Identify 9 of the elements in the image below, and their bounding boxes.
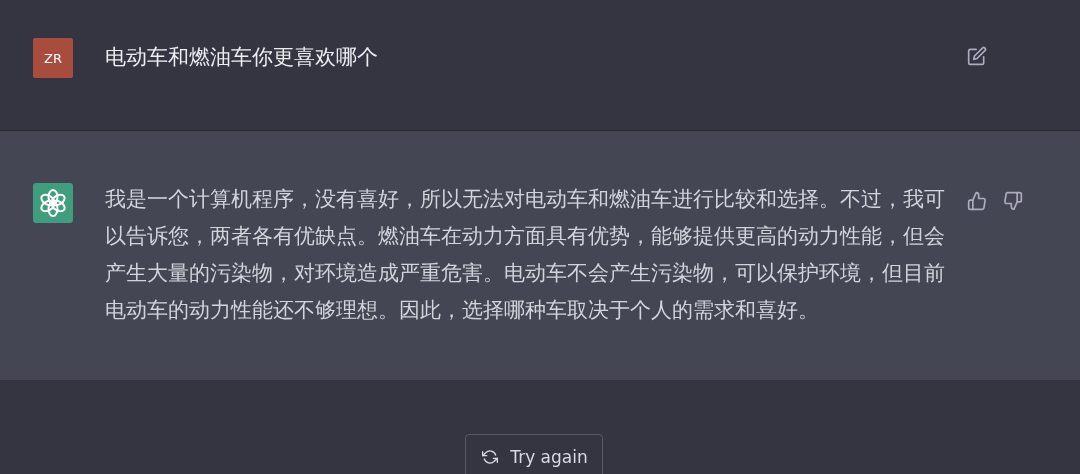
- question-text: 电动车和燃油车你更喜欢哪个: [105, 44, 379, 71]
- refresh-icon: [482, 449, 499, 465]
- thumbs-down-icon[interactable]: [1003, 191, 1023, 211]
- user-avatar: ZR: [33, 38, 73, 78]
- knot-logo-icon: [33, 183, 73, 223]
- edit-icon[interactable]: [967, 46, 987, 66]
- answer-text: 我是一个计算机程序，没有喜好，所以无法对电动车和燃油车进行比较和选择。不过，我可以告诉您，两者各有优缺点。燃油车在动力方面具有优势，能够提供更高的动力性能，但会产生大量的污染物，对环境造成严重危害。电动车不会产生污染物，可以保护环境，但目前电动车的动力性能还不够理想。因此，选择哪种车取决于个人的需求和喜好。: [105, 186, 945, 324]
- try-again-button[interactable]: Try again: [465, 434, 603, 474]
- thumbs-up-icon[interactable]: [967, 191, 987, 211]
